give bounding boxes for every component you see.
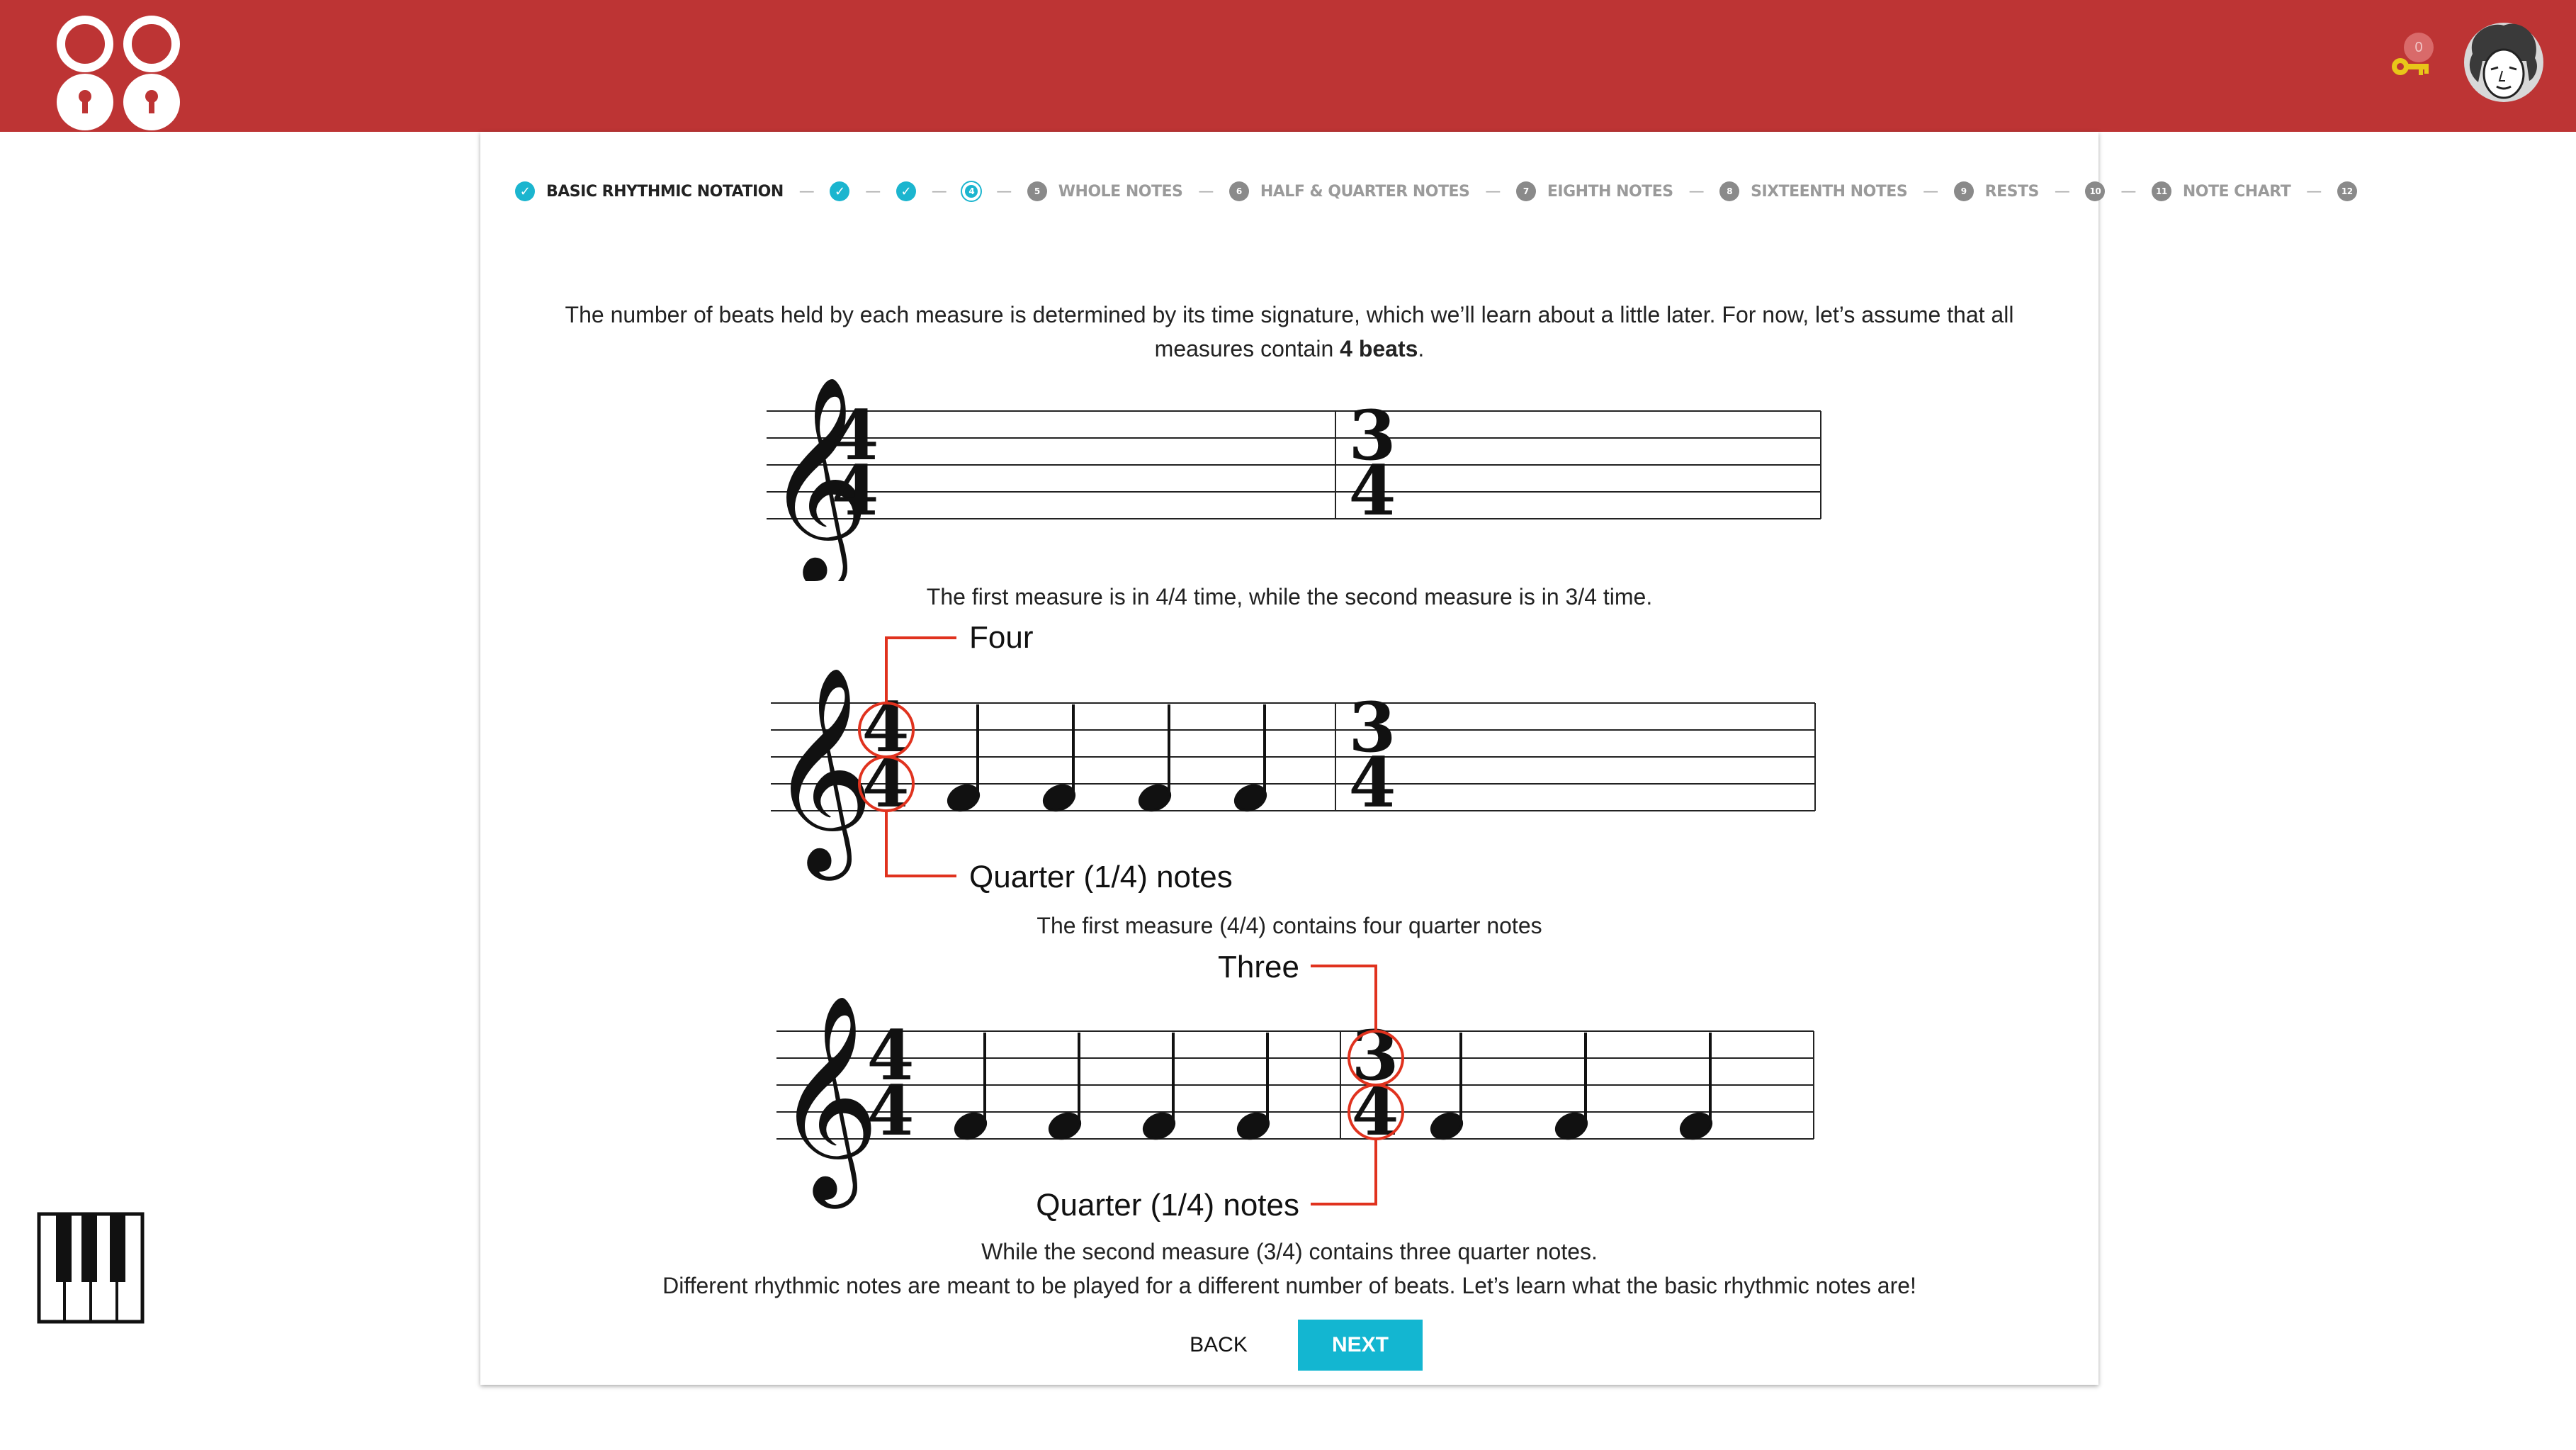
step-9[interactable]: 9 RESTS — [1953, 181, 2040, 201]
time-signature-bottom: 4 — [1349, 743, 1396, 823]
step-separator: — — [1198, 182, 1214, 201]
time-signature-bottom: 4 — [1349, 451, 1396, 531]
caption-2: The first measure (4/4) contains four qu… — [1036, 913, 1542, 938]
step-label: RESTS — [1984, 182, 2040, 201]
step-5[interactable]: 5 WHOLE NOTES — [1027, 181, 1183, 201]
time-signature-bottom: 4 — [832, 451, 879, 531]
caption-3: While the second measure (3/4) contains … — [981, 1239, 1598, 1264]
step-10[interactable]: 10 — [2085, 181, 2106, 201]
step-label: NOTE CHART — [2182, 182, 2291, 201]
step-number-badge: 10 — [2085, 181, 2106, 201]
step-number-badge: 6 — [1228, 181, 1249, 201]
step-separator: — — [1485, 182, 1501, 201]
step-separator: — — [1688, 182, 1705, 201]
step-number-badge: 8 — [1719, 181, 1740, 201]
step-label: EIGHTH NOTES — [1547, 182, 1673, 201]
caption-4: Different rhythmic notes are meant to be… — [662, 1273, 1916, 1298]
staff-example-1: 𝄞 4 4 3 4 — [765, 374, 1821, 581]
time-signature-bottom: 4 — [867, 1071, 915, 1151]
key-count-badge: 0 — [2404, 33, 2434, 62]
step-check-icon: ✓ — [515, 181, 535, 201]
step-label: WHOLE NOTES — [1058, 182, 1183, 201]
step-2[interactable]: ✓ — [830, 181, 850, 201]
step-12[interactable]: 12 — [2337, 181, 2357, 201]
step-number-badge: 12 — [2337, 181, 2357, 201]
step-separator: — — [865, 182, 881, 201]
annotation-label-bottom: Quarter (1/4) notes — [969, 860, 1233, 893]
annotation-label-bottom: Quarter (1/4) notes — [1036, 1188, 1299, 1223]
step-separator: — — [996, 182, 1012, 201]
intro-paragraph: The number of beats held by each measure… — [538, 298, 2040, 366]
staff-example-3: 𝄞 4 4 3 4 Three Quarter (1/4) notes — [775, 950, 1814, 1223]
step-separator: — — [798, 182, 815, 201]
staff-example-2: 𝄞 4 4 3 4 Four Quarter (1/4) notes — [769, 620, 1816, 893]
step-7[interactable]: 7 EIGHTH NOTES — [1515, 181, 1673, 201]
step-separator: — — [2054, 182, 2070, 201]
eighty-eight-keys-logo-icon[interactable] — [48, 16, 190, 133]
step-number-badge: 7 — [1515, 181, 1536, 201]
caption-1: The first measure is in 4/4 time, while … — [926, 584, 1653, 609]
step-label: BASIC RHYTHMIC NOTATION — [546, 182, 784, 201]
top-bar — [0, 0, 2576, 132]
step-number-badge: 5 — [1027, 181, 1047, 201]
step-check-icon: ✓ — [896, 181, 916, 201]
step-8[interactable]: 8 SIXTEENTH NOTES — [1719, 181, 1908, 201]
annotation-label-top: Four — [969, 620, 1033, 655]
step-separator: — — [1923, 182, 1938, 201]
intro-text: The number of beats held by each measure… — [565, 302, 2014, 361]
step-separator: — — [2120, 182, 2136, 201]
step-check-icon: ✓ — [830, 181, 850, 201]
beethoven-avatar-icon[interactable] — [2463, 18, 2545, 106]
step-3[interactable]: ✓ — [896, 181, 916, 201]
intro-end-text: . — [1418, 336, 1425, 361]
step-separator: — — [2306, 182, 2322, 201]
next-button[interactable]: NEXT — [1298, 1320, 1423, 1371]
step-number-badge: 11 — [2151, 181, 2171, 201]
step-1[interactable]: ✓ BASIC RHYTHMIC NOTATION — [515, 181, 784, 201]
step-label: HALF & QUARTER NOTES — [1260, 182, 1470, 201]
step-label: SIXTEENTH NOTES — [1751, 182, 1908, 201]
treble-clef-icon: 𝄞 — [769, 665, 874, 881]
step-separator: — — [931, 182, 947, 201]
back-button[interactable]: BACK — [1162, 1324, 1275, 1366]
lesson-stepper: ✓ BASIC RHYTHMIC NOTATION — ✓ — ✓ — 4 — 5 WHOLE NO… — [515, 177, 2357, 206]
step-4[interactable]: 4 — [962, 182, 981, 201]
step-11[interactable]: 11 NOTE CHART — [2151, 181, 2291, 201]
step-6[interactable]: 6 HALF & QUARTER NOTES — [1228, 181, 1470, 201]
step-number-badge: 4 — [962, 182, 981, 201]
intro-bold-text: 4 beats — [1340, 336, 1418, 361]
piano-keys-icon[interactable] — [37, 1212, 145, 1324]
annotation-label-top: Three — [1218, 950, 1299, 984]
treble-clef-icon: 𝄞 — [775, 993, 880, 1209]
step-number-badge: 9 — [1953, 181, 1974, 201]
